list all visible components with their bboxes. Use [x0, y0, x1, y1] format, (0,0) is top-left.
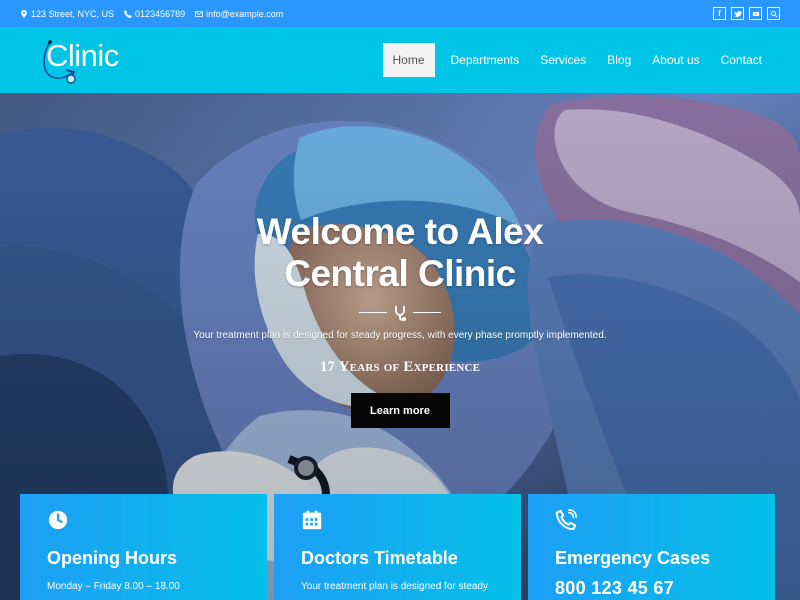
email-icon [195, 10, 204, 17]
divider-line-right [413, 312, 441, 313]
main-navigation: Clinic Home Departments Services Blog Ab… [0, 27, 800, 93]
doctors-timetable-title: Doctors Timetable [301, 548, 458, 568]
nav-about-us[interactable]: About us [642, 43, 709, 77]
nav-services[interactable]: Services [530, 43, 596, 77]
top-contact-bar: 123 Street, NYC, US 0123456789 info@exam… [0, 0, 800, 27]
search-icon[interactable] [767, 7, 780, 20]
hero-title: Welcome to Alex Central Clinic [0, 211, 800, 295]
calendar-icon [302, 510, 322, 530]
contact-info: 123 Street, NYC, US 0123456789 info@exam… [20, 9, 283, 19]
phone-text[interactable]: 0123456789 [135, 9, 185, 19]
youtube-icon[interactable] [749, 7, 762, 20]
twitter-bird-icon [733, 10, 742, 17]
info-cards: Opening Hours Monday – Friday 8.00 – 18.… [20, 494, 780, 600]
hero-title-line-2: Central Clinic [284, 253, 516, 294]
address-item: 123 Street, NYC, US [20, 9, 114, 19]
magnifier-icon [770, 10, 777, 17]
address-text: 123 Street, NYC, US [31, 8, 115, 19]
doctors-timetable-card: Doctors Timetable Your treatment plan is… [274, 494, 521, 600]
phone-item[interactable]: 0123456789 [124, 9, 185, 19]
emergency-phone-number[interactable]: 800 123 45 67 [555, 578, 749, 599]
learn-more-button[interactable]: Learn more [350, 393, 450, 428]
stethoscope-icon [395, 306, 407, 321]
opening-hours-card: Opening Hours Monday – Friday 8.00 – 18.… [20, 494, 267, 600]
nav-home[interactable]: Home [382, 43, 435, 77]
logo-text[interactable]: Clinic [46, 40, 119, 71]
twitter-icon[interactable] [731, 7, 744, 20]
clinic-logo[interactable]: Clinic [35, 27, 135, 93]
phone-icon [555, 509, 577, 531]
opening-hours-title: Opening Hours [47, 548, 177, 568]
opening-hours-line: Monday – Friday 8.00 – 18.00 [47, 581, 180, 592]
hero-title-line-1: Welcome to Alex [256, 211, 544, 252]
doctors-timetable-line: Your treatment plan is designed for stea… [301, 581, 488, 592]
nav-departments[interactable]: Departments [441, 43, 530, 77]
divider-line-left [359, 312, 387, 313]
phone-icon [124, 9, 132, 18]
video-play-icon [752, 11, 759, 16]
hero-divider [359, 305, 441, 321]
experience-text: 17 Years of Experience [319, 359, 481, 375]
emergency-cases-title: Emergency Cases [555, 548, 711, 568]
email-text[interactable]: info@example.com [206, 9, 283, 19]
nav-blog[interactable]: Blog [597, 43, 641, 77]
clock-icon [48, 510, 68, 530]
map-pin-icon [21, 9, 27, 18]
hero-content: Welcome to Alex Central Clinic Your trea… [0, 211, 800, 428]
facebook-icon[interactable]: f [713, 7, 726, 20]
nav-menu: Home Departments Services Blog About us … [382, 27, 773, 93]
nav-contact[interactable]: Contact [711, 43, 772, 77]
hero-description: Your treatment plan is designed for stea… [193, 330, 607, 341]
social-links: f [713, 7, 780, 20]
email-item[interactable]: info@example.com [195, 9, 283, 19]
clinic-homepage: 123 Street, NYC, US 0123456789 info@exam… [0, 0, 800, 600]
emergency-cases-card: Emergency Cases 800 123 45 67 [528, 494, 775, 600]
